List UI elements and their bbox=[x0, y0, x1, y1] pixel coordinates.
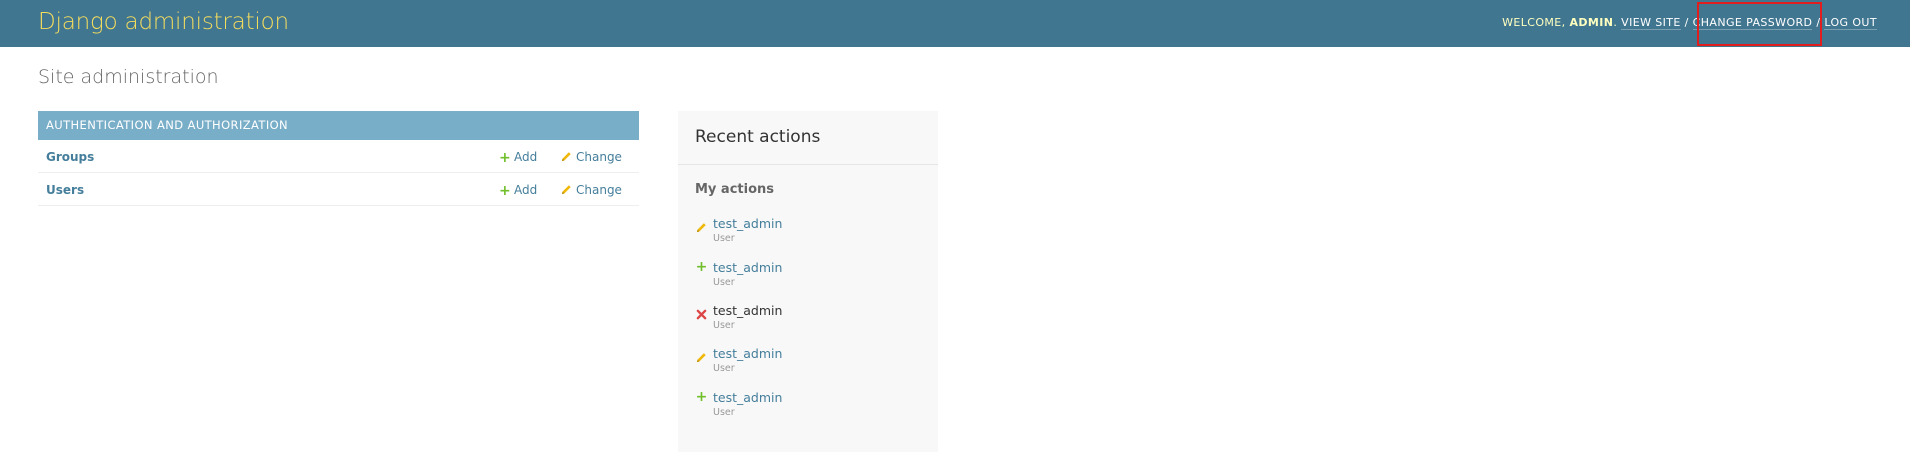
recent-actions-title: Recent actions bbox=[695, 127, 821, 147]
recent-actions-panel: Recent actions My actions test_admin Use… bbox=[678, 111, 938, 452]
model-link-groups[interactable]: Groups bbox=[46, 150, 94, 164]
pencil-icon bbox=[695, 218, 708, 237]
my-actions-title: My actions bbox=[695, 182, 775, 197]
pencil-icon bbox=[561, 185, 571, 195]
header: Django administration Welcome, admin. Vi… bbox=[0, 0, 1910, 47]
action-link[interactable]: test_admin bbox=[713, 390, 782, 405]
view-site-link[interactable]: View site bbox=[1621, 16, 1681, 30]
plus-icon: + bbox=[499, 150, 511, 166]
welcome-text: Welcome, bbox=[1502, 16, 1566, 29]
plus-icon: + bbox=[499, 183, 511, 199]
plus-icon: + bbox=[695, 259, 708, 275]
change-groups-button[interactable]: Change bbox=[561, 150, 622, 164]
page-title: Site administration bbox=[38, 66, 219, 88]
app-caption[interactable]: Authentication and Authorization bbox=[38, 111, 639, 140]
action-type: User bbox=[713, 407, 735, 418]
pencil-icon bbox=[561, 152, 571, 162]
action-link[interactable]: test_admin bbox=[713, 216, 782, 231]
action-link[interactable]: test_admin bbox=[713, 346, 782, 361]
add-groups-button[interactable]: + Add bbox=[499, 150, 538, 166]
divider bbox=[678, 164, 938, 165]
add-label: Add bbox=[514, 183, 538, 197]
action-type: User bbox=[713, 363, 735, 374]
action-deleted-name: test_admin bbox=[713, 303, 783, 318]
add-label: Add bbox=[514, 150, 538, 164]
action-type: User bbox=[713, 320, 735, 331]
action-type: User bbox=[713, 277, 735, 288]
separator: / bbox=[1684, 16, 1689, 29]
app-module-auth: Authentication and Authorization Groups … bbox=[38, 111, 639, 206]
user-tools: Welcome, admin. View site / Change passw… bbox=[1502, 16, 1877, 30]
x-icon bbox=[695, 305, 708, 324]
plus-icon: + bbox=[695, 389, 708, 405]
action-type: User bbox=[713, 233, 735, 244]
change-password-link[interactable]: Change password bbox=[1692, 16, 1813, 30]
site-branding[interactable]: Django administration bbox=[38, 9, 289, 35]
change-label: Change bbox=[576, 183, 622, 197]
action-link[interactable]: test_admin bbox=[713, 260, 782, 275]
model-row-users: Users + Add Change bbox=[38, 173, 639, 206]
change-users-button[interactable]: Change bbox=[561, 183, 622, 197]
log-out-link[interactable]: Log out bbox=[1824, 16, 1877, 30]
model-link-users[interactable]: Users bbox=[46, 183, 84, 197]
separator: / bbox=[1816, 16, 1821, 29]
add-users-button[interactable]: + Add bbox=[499, 183, 538, 199]
change-label: Change bbox=[576, 150, 622, 164]
username: admin bbox=[1569, 16, 1614, 29]
model-row-groups: Groups + Add Change bbox=[38, 140, 639, 173]
pencil-icon bbox=[695, 348, 708, 367]
